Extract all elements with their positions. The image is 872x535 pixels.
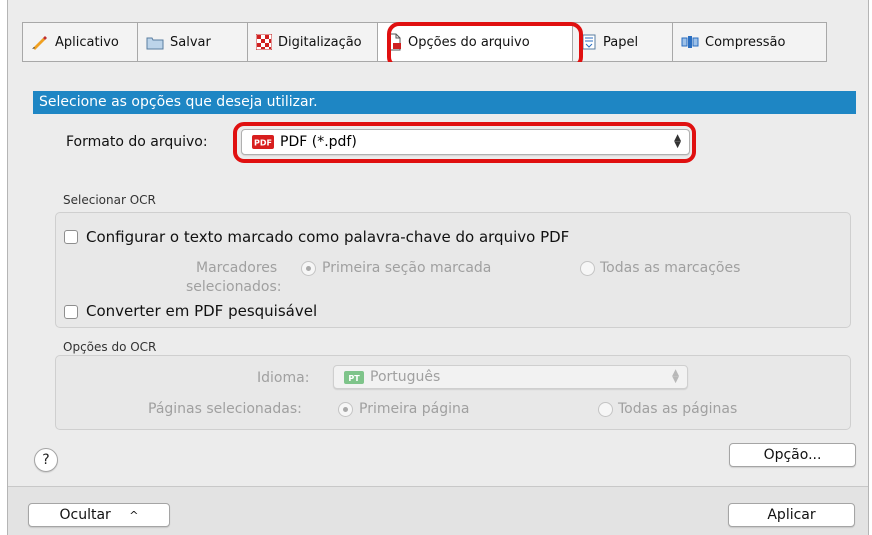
help-button[interactable]: ? bbox=[34, 448, 58, 472]
tab-opcoes-do-arquivo[interactable]: Opções do arquivo bbox=[378, 23, 573, 61]
language-label: Idioma: bbox=[257, 370, 310, 386]
language-value: Português bbox=[370, 369, 441, 385]
keyword-checkbox-label: Configurar o texto marcado como palavra-… bbox=[86, 228, 570, 246]
paper-icon bbox=[582, 34, 596, 50]
folder-icon bbox=[146, 37, 164, 49]
updown-icon: ▲ ▼ bbox=[674, 133, 681, 150]
pencil-icon bbox=[32, 36, 47, 50]
tab-label: Aplicativo bbox=[55, 34, 119, 50]
tab-papel[interactable]: Papel bbox=[573, 23, 673, 61]
tab-label: Compressão bbox=[705, 34, 786, 50]
radio-all-markings[interactable] bbox=[580, 261, 595, 276]
pdf-badge-text: PDF bbox=[254, 139, 272, 148]
hide-button[interactable]: Ocultar ^ bbox=[28, 503, 170, 527]
file-format-label: Formato do arquivo: bbox=[66, 134, 208, 150]
chevron-up-icon: ^ bbox=[129, 509, 139, 522]
file-options-icon bbox=[387, 33, 401, 51]
file-format-value: PDF (*.pdf) bbox=[280, 134, 357, 150]
tab-compressao[interactable]: Compressão bbox=[673, 23, 826, 61]
tab-label: Papel bbox=[603, 34, 639, 50]
option-button[interactable]: Opção... bbox=[729, 443, 856, 467]
radio-first-page-label: Primeira página bbox=[359, 401, 470, 417]
ocr-select-title: Selecionar OCR bbox=[63, 193, 156, 207]
tab-bar: Aplicativo Salvar Digitalização Opções d… bbox=[22, 22, 827, 62]
updown-icon: ▲ ▼ bbox=[672, 368, 679, 385]
markers-label-1: Marcadores bbox=[196, 260, 278, 276]
radio-all-pages[interactable] bbox=[598, 402, 613, 417]
instruction-banner: Selecione as opções que deseja utilizar. bbox=[33, 91, 856, 114]
keyword-checkbox[interactable] bbox=[64, 230, 78, 244]
pages-label: Páginas selecionadas: bbox=[148, 401, 302, 417]
searchable-pdf-checkbox[interactable] bbox=[64, 305, 78, 319]
radio-all-markings-label: Todas as marcações bbox=[600, 260, 741, 276]
tab-label: Digitalização bbox=[278, 34, 362, 50]
scan-checker-icon bbox=[256, 34, 272, 50]
tab-label: Salvar bbox=[170, 34, 211, 50]
radio-first-page[interactable] bbox=[338, 402, 353, 417]
tab-digitalizacao[interactable]: Digitalização bbox=[248, 23, 378, 61]
radio-all-pages-label: Todas as páginas bbox=[618, 401, 738, 417]
hide-button-label: Ocultar bbox=[59, 507, 111, 523]
language-select[interactable]: PT Português ▲ ▼ bbox=[333, 365, 688, 389]
markers-label-2: selecionados: bbox=[186, 279, 282, 295]
tab-salvar[interactable]: Salvar bbox=[138, 23, 248, 61]
compression-icon bbox=[681, 36, 699, 48]
radio-first-marked-section[interactable] bbox=[301, 261, 316, 276]
radio-first-marked-label: Primeira seção marcada bbox=[322, 260, 492, 276]
scansnap-settings-window: Aplicativo Salvar Digitalização Opções d… bbox=[0, 0, 872, 535]
tab-aplicativo[interactable]: Aplicativo bbox=[23, 23, 138, 61]
ocr-options-title: Opções do OCR bbox=[63, 340, 157, 354]
file-format-select[interactable]: PDF PDF (*.pdf) ▲ ▼ bbox=[241, 129, 690, 155]
tab-label: Opções do arquivo bbox=[408, 34, 530, 50]
apply-button[interactable]: Aplicar bbox=[728, 503, 855, 527]
language-flag-icon: PT bbox=[344, 370, 364, 384]
searchable-pdf-label: Converter em PDF pesquisável bbox=[86, 302, 318, 320]
pdf-icon: PDF bbox=[252, 135, 274, 149]
language-badge-text: PT bbox=[348, 374, 360, 383]
